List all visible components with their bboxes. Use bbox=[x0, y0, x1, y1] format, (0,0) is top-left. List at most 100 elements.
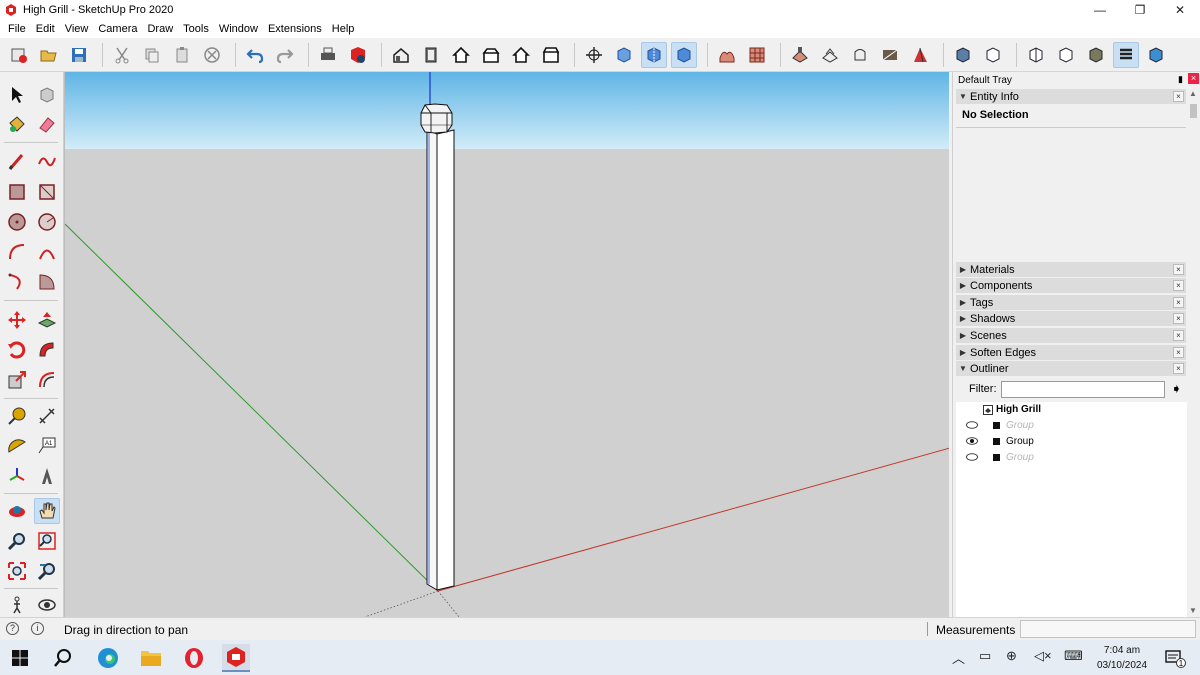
entity-info-panel-header[interactable]: ▼ Entity Info × bbox=[956, 89, 1186, 104]
tray-scrollbar[interactable]: ▲ ▼ bbox=[1187, 88, 1200, 617]
speaker-muted-icon[interactable]: ◁× bbox=[1034, 648, 1052, 664]
erase-icon[interactable] bbox=[199, 42, 225, 68]
panel-scenes[interactable]: ▶ Scenes × bbox=[956, 328, 1186, 343]
visible-eye-icon[interactable] bbox=[966, 437, 978, 445]
offset-icon[interactable] bbox=[34, 367, 60, 393]
panel-close-icon[interactable]: × bbox=[1173, 363, 1184, 374]
section-display-icon[interactable] bbox=[950, 42, 976, 68]
layout-icon[interactable] bbox=[1113, 41, 1139, 68]
iso-view-icon[interactable] bbox=[388, 42, 414, 68]
outliner-group-row[interactable]: Group bbox=[956, 418, 1188, 434]
print-icon[interactable] bbox=[315, 42, 341, 68]
panel-close-icon[interactable]: × bbox=[1173, 264, 1184, 275]
menu-draw[interactable]: Draw bbox=[142, 23, 178, 35]
xray-icon[interactable] bbox=[611, 42, 637, 68]
hidden-eye-icon[interactable] bbox=[966, 421, 978, 429]
polygon-icon[interactable] bbox=[34, 209, 60, 235]
section-cut-icon[interactable] bbox=[980, 42, 1006, 68]
move-icon[interactable] bbox=[4, 307, 30, 333]
close-button[interactable]: ✕ bbox=[1160, 0, 1200, 20]
text-icon[interactable]: A1 bbox=[34, 433, 60, 459]
outliner-options-icon[interactable]: ➧ bbox=[1171, 381, 1182, 397]
rotate-icon[interactable] bbox=[4, 337, 30, 363]
keyboard-icon[interactable]: ⌨ bbox=[1064, 648, 1083, 664]
measurements-box[interactable] bbox=[1020, 620, 1196, 638]
warehouse-icon[interactable] bbox=[1053, 42, 1079, 68]
freehand-icon[interactable] bbox=[34, 149, 60, 175]
cut-icon[interactable] bbox=[109, 42, 135, 68]
scale-icon[interactable] bbox=[4, 367, 30, 393]
undo-icon[interactable] bbox=[242, 42, 268, 68]
panel-components[interactable]: ▶ Components × bbox=[956, 278, 1186, 293]
notification-icon[interactable]: 1 bbox=[1160, 644, 1188, 672]
menu-edit[interactable]: Edit bbox=[31, 23, 60, 35]
zoom-icon[interactable] bbox=[4, 528, 30, 554]
menu-extensions[interactable]: Extensions bbox=[263, 23, 327, 35]
dimension-icon[interactable] bbox=[34, 403, 60, 429]
network-globe-icon[interactable]: ⊕ bbox=[1006, 648, 1017, 664]
panel-close-icon[interactable]: × bbox=[1173, 280, 1184, 291]
menu-view[interactable]: View bbox=[60, 23, 94, 35]
add-detail-icon[interactable] bbox=[847, 42, 873, 68]
redo-icon[interactable] bbox=[272, 42, 298, 68]
left-view-icon[interactable] bbox=[538, 42, 564, 68]
stamp-icon[interactable] bbox=[787, 42, 813, 68]
save-icon[interactable] bbox=[66, 42, 92, 68]
right-view-icon[interactable] bbox=[478, 42, 504, 68]
previous-view-icon[interactable] bbox=[34, 558, 60, 584]
line-icon[interactable] bbox=[4, 149, 30, 175]
edge-browser-icon[interactable] bbox=[94, 644, 122, 672]
scroll-up-icon[interactable]: ▲ bbox=[1189, 89, 1197, 98]
panel-shadows[interactable]: ▶ Shadows × bbox=[956, 311, 1186, 326]
instructor-icon[interactable]: i bbox=[31, 622, 44, 635]
hidden-eye-icon[interactable] bbox=[966, 453, 978, 461]
search-icon[interactable] bbox=[49, 644, 77, 672]
filter-input[interactable] bbox=[1001, 380, 1165, 398]
scroll-down-icon[interactable]: ▼ bbox=[1189, 606, 1197, 615]
rotated-rectangle-icon[interactable] bbox=[34, 179, 60, 205]
paste-icon[interactable] bbox=[169, 42, 195, 68]
eraser-icon[interactable] bbox=[34, 112, 60, 138]
drape-icon[interactable] bbox=[817, 42, 843, 68]
3d-viewport[interactable] bbox=[64, 72, 949, 617]
pie-icon[interactable] bbox=[34, 269, 60, 295]
panel-tags[interactable]: ▶ Tags × bbox=[956, 295, 1186, 310]
menu-camera[interactable]: Camera bbox=[93, 23, 142, 35]
section-plane-icon[interactable] bbox=[907, 42, 933, 68]
follow-me-icon[interactable] bbox=[34, 337, 60, 363]
wireframe-icon[interactable] bbox=[671, 41, 697, 68]
menu-file[interactable]: File bbox=[3, 23, 31, 35]
windows-start-icon[interactable] bbox=[6, 644, 34, 672]
panel-outliner[interactable]: ▼ Outliner × bbox=[956, 361, 1186, 376]
orbit-tool-icon[interactable] bbox=[4, 498, 30, 524]
axes-icon[interactable] bbox=[4, 463, 30, 489]
file-explorer-icon[interactable] bbox=[137, 644, 165, 672]
outliner-model-row[interactable]: High Grill bbox=[956, 402, 1188, 418]
open-icon[interactable] bbox=[36, 42, 62, 68]
panel-close-icon[interactable]: × bbox=[1173, 313, 1184, 324]
flip-edge-icon[interactable] bbox=[877, 42, 903, 68]
back-view-icon[interactable] bbox=[508, 42, 534, 68]
system-clock[interactable]: 7:04 am 03/10/2024 bbox=[1088, 643, 1156, 673]
sandbox-icon[interactable] bbox=[714, 42, 740, 68]
component-icon[interactable] bbox=[6, 42, 32, 68]
two-point-arc-icon[interactable] bbox=[34, 239, 60, 265]
panel-materials[interactable]: ▶ Materials × bbox=[956, 262, 1186, 277]
extension-warehouse-icon[interactable] bbox=[1083, 42, 1109, 68]
walk-icon[interactable] bbox=[4, 592, 30, 618]
chevron-up-icon[interactable]: ︿ bbox=[952, 648, 965, 667]
pan-icon[interactable] bbox=[34, 498, 60, 524]
section-fill-icon[interactable] bbox=[1023, 42, 1049, 68]
panel-soften-edges[interactable]: ▶ Soften Edges × bbox=[956, 345, 1186, 360]
panel-close-icon[interactable]: × bbox=[1173, 91, 1184, 102]
restore-button[interactable]: ❐ bbox=[1120, 0, 1160, 20]
3d-text-icon[interactable] bbox=[34, 463, 60, 489]
panel-close-icon[interactable]: × bbox=[1173, 297, 1184, 308]
model-canvas[interactable] bbox=[65, 72, 949, 617]
paint-bucket-icon[interactable] bbox=[4, 112, 30, 138]
outliner-group-row[interactable]: Group bbox=[956, 450, 1188, 466]
menu-help[interactable]: Help bbox=[327, 23, 360, 35]
rectangle-icon[interactable] bbox=[4, 179, 30, 205]
copy-icon[interactable] bbox=[139, 42, 165, 68]
menu-window[interactable]: Window bbox=[214, 23, 263, 35]
